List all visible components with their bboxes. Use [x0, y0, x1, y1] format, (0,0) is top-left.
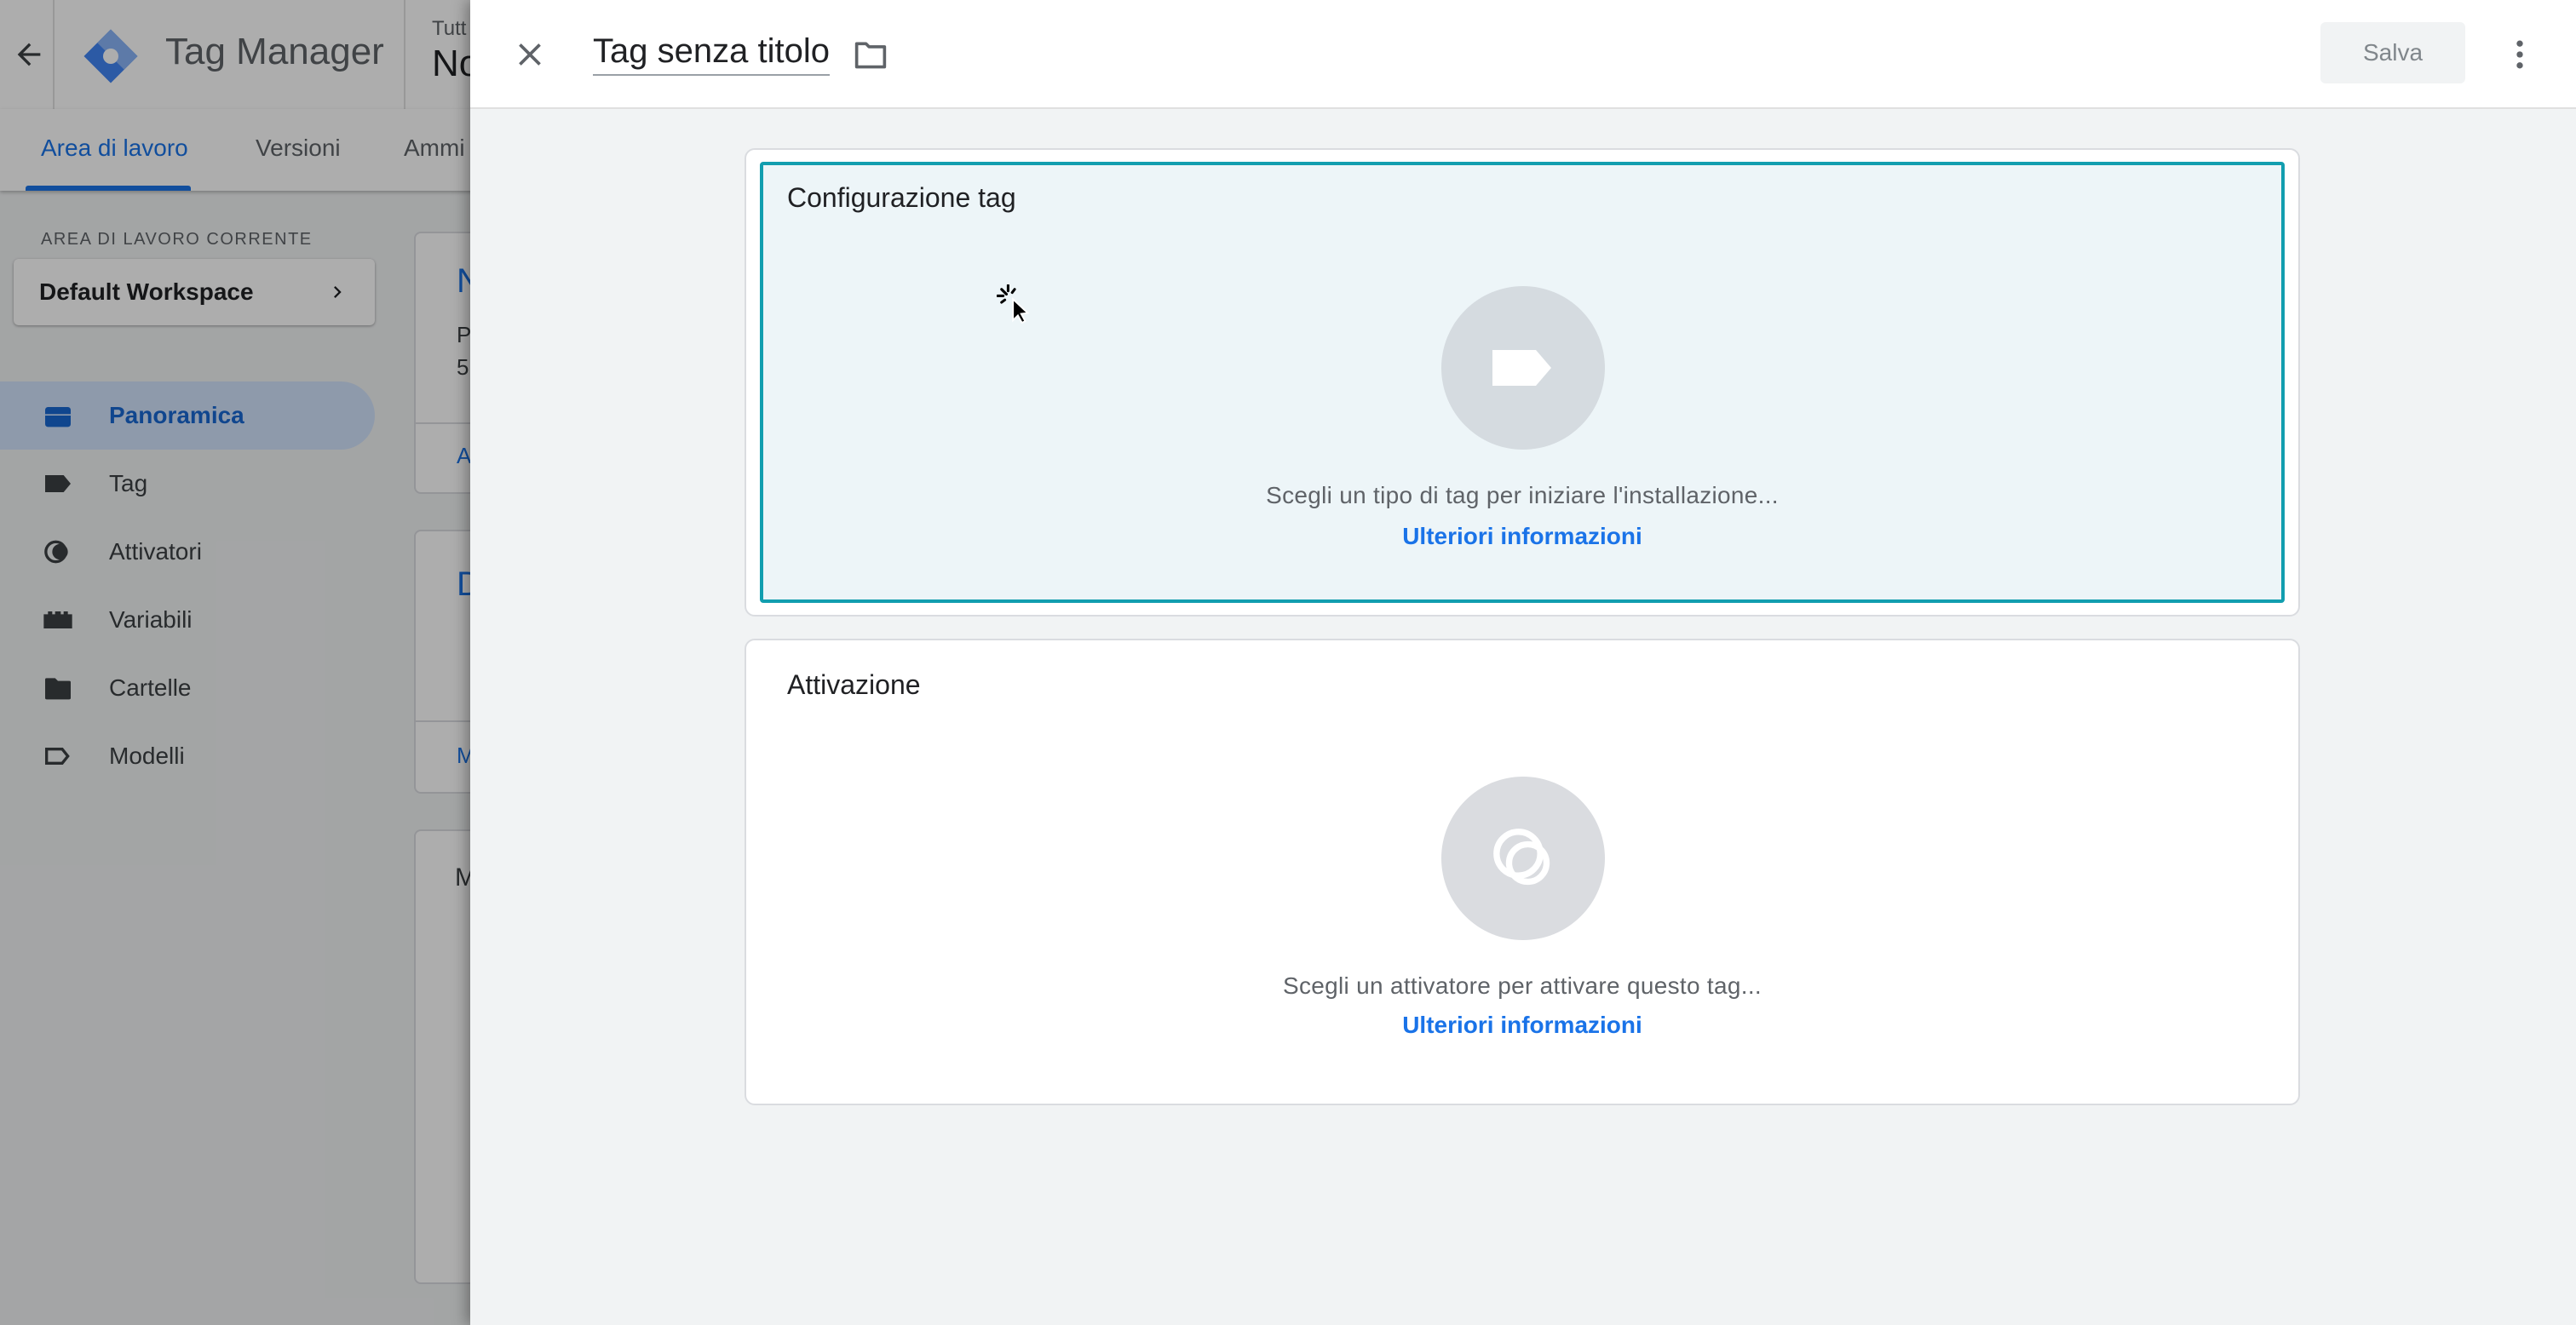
- tag-configuration-section[interactable]: Configurazione tag Scegli un tipo di tag…: [745, 148, 2300, 617]
- editor-header: Tag senza titolo Salva: [470, 0, 2576, 109]
- trigger-icon: [1493, 829, 1550, 886]
- triggering-section[interactable]: Attivazione Scegli un attivatore per att…: [745, 639, 2300, 1105]
- tag-icon: [1492, 350, 1551, 386]
- close-icon[interactable]: [511, 36, 549, 73]
- learn-more-link[interactable]: Ulteriori informazioni: [746, 1012, 2298, 1039]
- section-title: Attivazione: [787, 669, 921, 700]
- section-title: Configurazione tag: [787, 182, 1016, 213]
- tag-name-field[interactable]: Tag senza titolo: [593, 32, 830, 76]
- tag-type-hint: Scegli un tipo di tag per iniziare l'ins…: [1266, 482, 1779, 508]
- more-vert-icon[interactable]: [2501, 36, 2539, 73]
- save-button[interactable]: Salva: [2320, 22, 2465, 83]
- folder-icon[interactable]: [852, 37, 889, 72]
- trigger-placeholder[interactable]: [1441, 777, 1605, 940]
- mouse-cursor-icon: [997, 284, 1030, 324]
- learn-more-link[interactable]: Ulteriori informazioni: [746, 523, 2298, 550]
- tag-type-placeholder[interactable]: [1441, 286, 1605, 450]
- trigger-hint: Scegli un attivatore per attivare questo…: [1283, 972, 1762, 999]
- tag-editor-panel: Tag senza titolo Salva Configurazione ta…: [470, 0, 2576, 1325]
